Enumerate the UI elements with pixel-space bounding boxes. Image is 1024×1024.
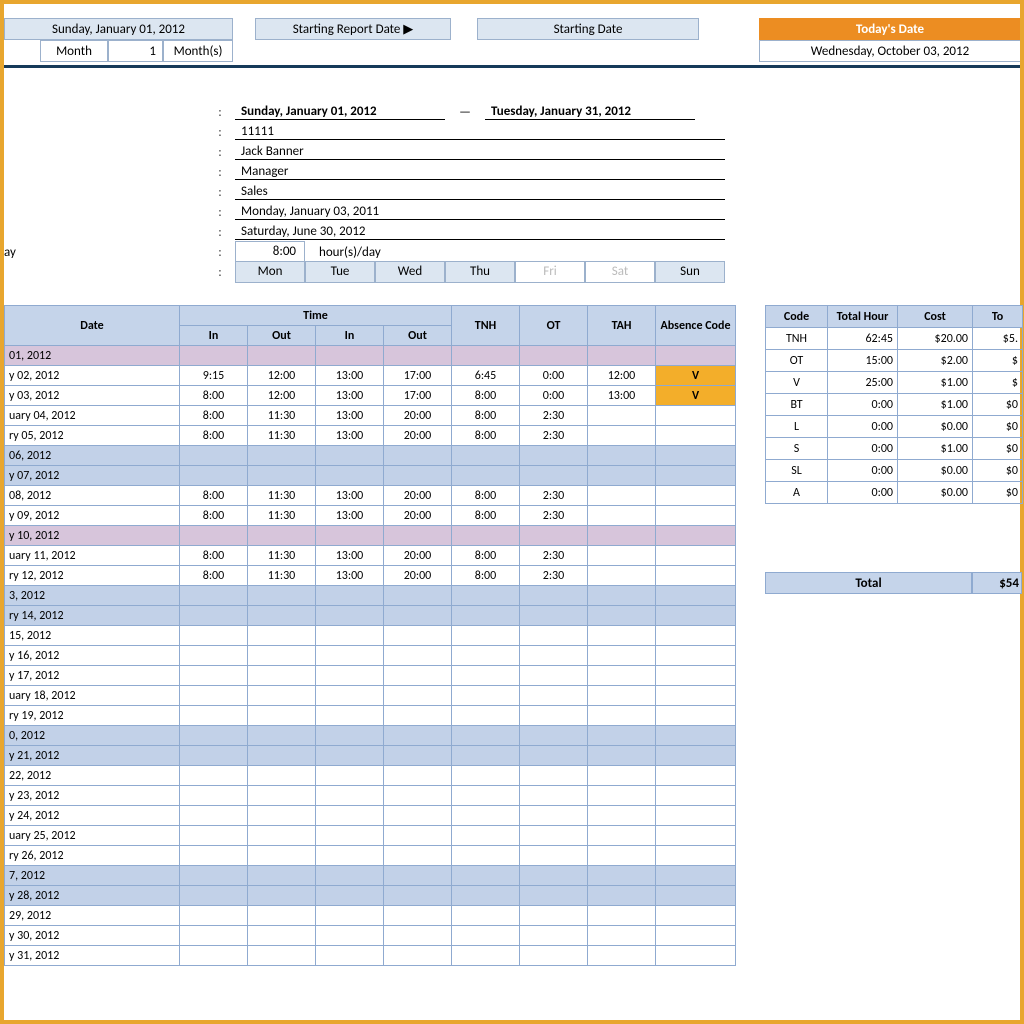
table-row[interactable]: ry 19, 2012 bbox=[5, 706, 736, 726]
month-label: Month bbox=[40, 40, 108, 62]
report-date-cell[interactable]: Sunday, January 01, 2012 bbox=[4, 18, 233, 40]
employee-info: : Sunday, January 01, 2012 — Tuesday, Ja… bbox=[205, 102, 765, 282]
table-row[interactable]: y 28, 2012 bbox=[5, 886, 736, 906]
summary-row: BT0:00$1.00$0 bbox=[766, 394, 1023, 416]
starting-date-label: Starting Date bbox=[477, 18, 699, 40]
emp-title[interactable]: Manager bbox=[235, 164, 725, 180]
hdr-out2: Out bbox=[384, 326, 452, 346]
table-row[interactable]: 7, 2012 bbox=[5, 866, 736, 886]
sum-hdr-tot: To bbox=[973, 306, 1023, 328]
dow-wed[interactable]: Wed bbox=[375, 261, 445, 283]
emp-id[interactable]: 11111 bbox=[235, 124, 725, 140]
dow-mon[interactable]: Mon bbox=[235, 261, 305, 283]
month-value[interactable]: 1 bbox=[108, 40, 163, 62]
summary-row: S0:00$1.00$0 bbox=[766, 438, 1023, 460]
summary-row: OT15:00$2.00$ bbox=[766, 350, 1023, 372]
sum-hdr-th: Total Hour bbox=[828, 306, 898, 328]
sum-hdr-cost: Cost bbox=[898, 306, 973, 328]
table-row[interactable]: uary 04, 20128:0011:3013:0020:008:002:30 bbox=[5, 406, 736, 426]
timesheet-table[interactable]: Date Time TNH OT TAH Absence Code In Out… bbox=[4, 305, 736, 966]
summary-row: A0:00$0.00$0 bbox=[766, 482, 1023, 504]
table-row[interactable]: ry 05, 20128:0011:3013:0020:008:002:30 bbox=[5, 426, 736, 446]
total-label: Total bbox=[765, 572, 972, 594]
table-row[interactable]: uary 25, 2012 bbox=[5, 826, 736, 846]
table-row[interactable]: uary 11, 20128:0011:3013:0020:008:002:30 bbox=[5, 546, 736, 566]
hdr-tnh: TNH bbox=[452, 306, 520, 346]
emp-name[interactable]: Jack Banner bbox=[235, 144, 725, 160]
truncated-label: ay bbox=[4, 245, 16, 260]
todays-date-header: Today's Date bbox=[759, 18, 1021, 40]
header-bar: Sunday, January 01, 2012 Starting Report… bbox=[0, 0, 1024, 62]
summary-row: TNH62:45$20.00$5. bbox=[766, 328, 1023, 350]
months-unit: Month(s) bbox=[163, 40, 233, 62]
dow-sat[interactable]: Sat bbox=[585, 261, 655, 283]
total-value: $54 bbox=[972, 572, 1022, 594]
period-to: Tuesday, January 31, 2012 bbox=[485, 104, 695, 120]
dow-thu[interactable]: Thu bbox=[445, 261, 515, 283]
summary-row: SL0:00$0.00$0 bbox=[766, 460, 1023, 482]
hdr-in1: In bbox=[180, 326, 248, 346]
table-row[interactable]: y 21, 2012 bbox=[5, 746, 736, 766]
workdays-row: MonTueWedThuFriSatSun bbox=[235, 261, 725, 283]
summary-row: L0:00$0.00$0 bbox=[766, 416, 1023, 438]
table-row[interactable]: y 23, 2012 bbox=[5, 786, 736, 806]
hdr-ot: OT bbox=[520, 306, 588, 346]
table-row[interactable]: 15, 2012 bbox=[5, 626, 736, 646]
table-row[interactable]: 3, 2012 bbox=[5, 586, 736, 606]
hdr-tah: TAH bbox=[588, 306, 656, 346]
hdr-abs: Absence Code bbox=[656, 306, 736, 346]
table-row[interactable]: y 31, 2012 bbox=[5, 946, 736, 966]
table-row[interactable]: 0, 2012 bbox=[5, 726, 736, 746]
emp-dept[interactable]: Sales bbox=[235, 184, 725, 200]
hdr-in2: In bbox=[316, 326, 384, 346]
hours-per-day-val[interactable]: 8:00 bbox=[235, 241, 305, 263]
table-row[interactable]: 08, 20128:0011:3013:0020:008:002:30 bbox=[5, 486, 736, 506]
table-row[interactable]: y 30, 2012 bbox=[5, 926, 736, 946]
table-row[interactable]: 29, 2012 bbox=[5, 906, 736, 926]
todays-date-value: Wednesday, October 03, 2012 bbox=[759, 40, 1021, 62]
dash-icon: — bbox=[445, 105, 485, 120]
table-row[interactable]: 06, 2012 bbox=[5, 446, 736, 466]
hire-date: Monday, January 03, 2011 bbox=[235, 204, 725, 220]
total-row: Total $54 bbox=[765, 572, 1022, 594]
table-row[interactable]: y 09, 20128:0011:3013:0020:008:002:30 bbox=[5, 506, 736, 526]
dow-fri[interactable]: Fri bbox=[515, 261, 585, 283]
summary-table: Code Total Hour Cost To TNH62:45$20.00$5… bbox=[765, 305, 1023, 504]
table-row[interactable]: ry 26, 2012 bbox=[5, 846, 736, 866]
table-row[interactable]: 22, 2012 bbox=[5, 766, 736, 786]
hdr-time: Time bbox=[180, 306, 452, 326]
table-row[interactable]: y 07, 2012 bbox=[5, 466, 736, 486]
dow-sun[interactable]: Sun bbox=[655, 261, 725, 283]
table-row[interactable]: ry 14, 2012 bbox=[5, 606, 736, 626]
hdr-out1: Out bbox=[248, 326, 316, 346]
table-row[interactable]: y 02, 20129:1512:0013:0017:006:450:0012:… bbox=[5, 366, 736, 386]
table-row[interactable]: ry 12, 20128:0011:3013:0020:008:002:30 bbox=[5, 566, 736, 586]
table-row[interactable]: y 17, 2012 bbox=[5, 666, 736, 686]
dow-tue[interactable]: Tue bbox=[305, 261, 375, 283]
table-row[interactable]: y 10, 2012 bbox=[5, 526, 736, 546]
table-row[interactable]: y 24, 2012 bbox=[5, 806, 736, 826]
table-row[interactable]: y 03, 20128:0012:0013:0017:008:000:0013:… bbox=[5, 386, 736, 406]
period-from: Sunday, January 01, 2012 bbox=[235, 104, 445, 120]
hours-unit: hour(s)/day bbox=[305, 245, 381, 260]
summary-row: V25:00$1.00$ bbox=[766, 372, 1023, 394]
table-row[interactable]: 01, 2012 bbox=[5, 346, 736, 366]
table-row[interactable]: uary 18, 2012 bbox=[5, 686, 736, 706]
start-report-label: Starting Report Date ▶ bbox=[255, 18, 451, 40]
sum-hdr-code: Code bbox=[766, 306, 828, 328]
table-row[interactable]: y 16, 2012 bbox=[5, 646, 736, 666]
end-date: Saturday, June 30, 2012 bbox=[235, 224, 725, 240]
hdr-date: Date bbox=[5, 306, 180, 346]
